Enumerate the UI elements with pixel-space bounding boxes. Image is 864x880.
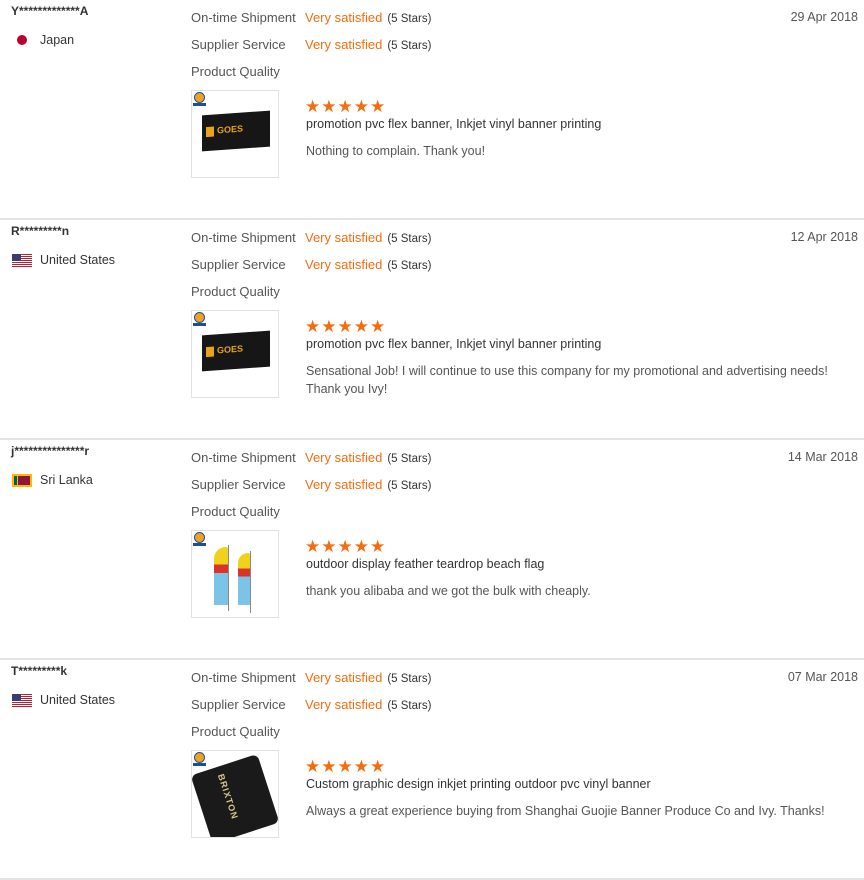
criterion-label: On-time Shipment: [191, 10, 296, 25]
rating-product-quality: Product Quality: [191, 504, 305, 519]
rating-stars-text: (5 Stars): [387, 40, 432, 52]
review-date: 14 Mar 2018: [787, 450, 858, 464]
rating-supplier-service: Supplier Service Very satisfied (5 Stars): [191, 477, 431, 492]
review-date: 12 Apr 2018: [790, 230, 858, 244]
rating-stars-text: (5 Stars): [387, 453, 432, 465]
criterion-label: Supplier Service: [191, 697, 286, 712]
rating-stars-text: (5 Stars): [387, 700, 432, 712]
product-name[interactable]: outdoor display feather teardrop beach f…: [306, 557, 544, 571]
rating-stars-text: (5 Stars): [387, 480, 432, 492]
country-name: United States: [40, 253, 116, 267]
country-name: United States: [40, 693, 116, 707]
banner-image: GOES: [202, 110, 270, 152]
rating-value: Very satisfied: [305, 10, 383, 25]
feather-flag-image: [214, 547, 228, 605]
review-comment: thank you alibaba and we got the bulk wi…: [306, 584, 591, 598]
review-item: R*********n United States On-time Shipme…: [0, 220, 864, 440]
rating-product-quality: Product Quality: [191, 64, 305, 79]
product-name[interactable]: promotion pvc flex banner, Inkjet vinyl …: [306, 337, 601, 351]
rating-value: Very satisfied: [305, 670, 383, 685]
rating-value: Very satisfied: [305, 37, 383, 52]
product-thumbnail[interactable]: [191, 530, 279, 618]
rating-supplier-service: Supplier Service Very satisfied (5 Stars): [191, 697, 431, 712]
flag-usa-icon: [12, 693, 32, 707]
rating-product-quality: Product Quality: [191, 724, 305, 739]
review-comment: Nothing to complain. Thank you!: [306, 144, 486, 158]
criterion-label: Product Quality: [191, 504, 280, 519]
buyer-name: Y*************A: [11, 4, 89, 18]
rating-value: Very satisfied: [305, 477, 383, 492]
country-name: Sri Lanka: [40, 473, 93, 487]
buyer-country: United States: [12, 253, 115, 267]
banner-image: GOES: [202, 330, 270, 372]
criterion-label: Product Quality: [191, 64, 280, 79]
star-rating-icon: ★★★★★: [305, 97, 387, 116]
rating-value: Very satisfied: [305, 450, 383, 465]
buyer-name: R*********n: [11, 224, 70, 238]
rating-supplier-service: Supplier Service Very satisfied (5 Stars): [191, 257, 431, 272]
supplier-logo-icon: [193, 92, 206, 107]
feather-flag-image: [238, 553, 250, 605]
product-name[interactable]: Custom graphic design inkjet printing ou…: [306, 777, 651, 791]
rating-stars-text: (5 Stars): [387, 260, 432, 272]
review-comment: Always a great experience buying from Sh…: [306, 804, 825, 818]
flag-usa-icon: [12, 253, 32, 267]
rating-ontime-shipment: On-time Shipment Very satisfied (5 Stars): [191, 230, 431, 245]
rating-value: Very satisfied: [305, 257, 383, 272]
review-comment: Sensational Job! I will continue to use …: [306, 364, 828, 396]
criterion-label: On-time Shipment: [191, 670, 296, 685]
review-item: j***************r Sri Lanka On-time Ship…: [0, 440, 864, 660]
rating-value: Very satisfied: [305, 230, 383, 245]
country-name: Japan: [40, 33, 75, 47]
buyer-name: j***************r: [11, 444, 90, 458]
flag-sri-lanka-icon: [12, 473, 32, 487]
criterion-label: On-time Shipment: [191, 230, 296, 245]
supplier-logo-icon: [193, 752, 206, 767]
rating-ontime-shipment: On-time Shipment Very satisfied (5 Stars): [191, 10, 431, 25]
criterion-label: Product Quality: [191, 284, 280, 299]
criterion-label: Supplier Service: [191, 37, 286, 52]
banner-print-text: BRIXTON: [215, 772, 241, 821]
rating-ontime-shipment: On-time Shipment Very satisfied (5 Stars): [191, 450, 431, 465]
rating-stars-text: (5 Stars): [387, 673, 432, 685]
star-rating-icon: ★★★★★: [305, 757, 387, 776]
banner-logo-text: GOES: [217, 123, 244, 136]
star-rating-icon: ★★★★★: [305, 537, 387, 556]
rating-value: Very satisfied: [305, 697, 383, 712]
criterion-label: Supplier Service: [191, 477, 286, 492]
product-name[interactable]: promotion pvc flex banner, Inkjet vinyl …: [306, 117, 601, 131]
product-thumbnail[interactable]: BRIXTON: [191, 750, 279, 838]
product-thumbnail[interactable]: GOES: [191, 90, 279, 178]
rating-ontime-shipment: On-time Shipment Very satisfied (5 Stars): [191, 670, 431, 685]
rating-stars-text: (5 Stars): [387, 13, 432, 25]
rating-supplier-service: Supplier Service Very satisfied (5 Stars): [191, 37, 431, 52]
banner-logo-text: GOES: [217, 343, 244, 356]
rating-stars-text: (5 Stars): [387, 233, 432, 245]
review-item: T*********k United States On-time Shipme…: [0, 660, 864, 880]
buyer-name: T*********k: [11, 664, 68, 678]
supplier-logo-icon: [193, 532, 206, 547]
review-date: 07 Mar 2018: [787, 670, 858, 684]
supplier-logo-icon: [193, 312, 206, 327]
flag-pole: [228, 545, 229, 611]
star-rating-icon: ★★★★★: [305, 317, 387, 336]
criterion-label: Supplier Service: [191, 257, 286, 272]
flag-japan-icon: [17, 35, 27, 45]
criterion-label: On-time Shipment: [191, 450, 296, 465]
review-date: 29 Apr 2018: [790, 10, 858, 24]
flag-pole: [250, 551, 251, 613]
buyer-country: Japan: [12, 33, 74, 47]
buyer-country: United States: [12, 693, 115, 707]
product-thumbnail[interactable]: GOES: [191, 310, 279, 398]
buyer-country: Sri Lanka: [12, 473, 93, 487]
rating-product-quality: Product Quality: [191, 284, 305, 299]
review-item: Y*************A Japan On-time Shipment Ve…: [0, 0, 864, 220]
criterion-label: Product Quality: [191, 724, 280, 739]
